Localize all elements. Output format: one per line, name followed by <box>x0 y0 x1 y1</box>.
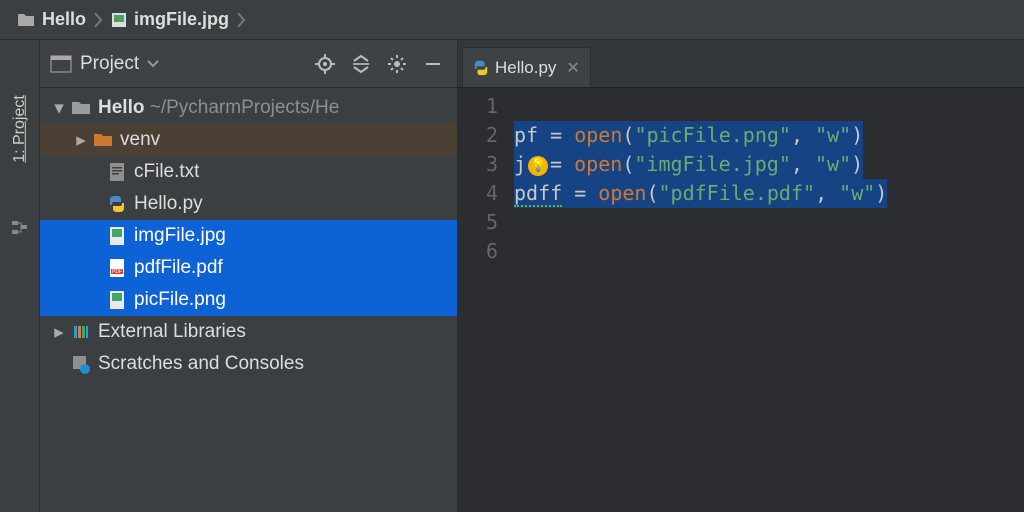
scratches-icon <box>70 353 92 375</box>
tree-scratches[interactable]: Scratches and Consoles <box>40 348 457 380</box>
gutter: 1 2 3 4 5 6 <box>458 92 514 512</box>
chevron-down-icon[interactable]: ▾ <box>48 97 70 120</box>
line-number: 6 <box>458 237 498 266</box>
line-number: 5 <box>458 208 498 237</box>
tool-strip: 1: Project <box>0 40 40 512</box>
breadcrumb-root[interactable]: Hello <box>10 7 92 32</box>
folder-icon <box>92 129 114 151</box>
tree-project-name: Hello <box>98 97 144 118</box>
tree-item-label: picFile.png <box>134 289 226 311</box>
intention-bulb-icon[interactable] <box>528 156 548 176</box>
line-number: 3 <box>458 150 498 179</box>
code-line[interactable]: j= open("imgFile.jpg", "w") <box>514 150 863 179</box>
project-tree[interactable]: ▾ Hello ~/PycharmProjects/He ▸ venv cFil… <box>40 88 457 384</box>
chevron-right-icon[interactable]: ▸ <box>48 321 70 344</box>
tool-tab-project[interactable]: 1: Project <box>11 95 29 163</box>
tree-file-hello[interactable]: Hello.py <box>40 188 457 220</box>
tree-folder-venv[interactable]: ▸ venv <box>40 124 457 156</box>
breadcrumb: Hello imgFile.jpg <box>0 0 1024 40</box>
code-line[interactable]: pdff = open("pdfFile.pdf", "w") <box>514 179 887 208</box>
tree-item-label: Hello.py <box>134 193 203 215</box>
tree-item-label: cFile.txt <box>134 161 199 183</box>
tree-item-label: venv <box>120 129 160 151</box>
chevron-right-icon[interactable]: ▸ <box>70 129 92 152</box>
project-panel: Project ▾ Hello <box>40 40 458 512</box>
libraries-icon <box>70 321 92 343</box>
line-number: 2 <box>458 121 498 150</box>
code-body[interactable]: pf = open("picFile.png", "w") j= open("i… <box>514 92 1024 512</box>
folder-icon <box>70 97 92 119</box>
breadcrumb-file[interactable]: imgFile.jpg <box>104 7 235 32</box>
editor-tab-label: Hello.py <box>495 58 556 78</box>
svg-text:PDF: PDF <box>112 269 122 275</box>
image-file-icon <box>110 11 128 29</box>
pdf-file-icon: PDF <box>106 257 128 279</box>
chevron-right-icon <box>92 10 104 30</box>
folder-icon <box>16 12 36 28</box>
breadcrumb-file-label: imgFile.jpg <box>134 9 229 30</box>
tree-file-pic[interactable]: picFile.png <box>40 284 457 316</box>
python-file-icon <box>106 193 128 215</box>
tree-file-img[interactable]: imgFile.jpg <box>40 220 457 252</box>
tree-project-root[interactable]: ▾ Hello ~/PycharmProjects/He <box>40 92 457 124</box>
locate-icon[interactable] <box>311 50 339 78</box>
tree-file-pdf[interactable]: PDF pdfFile.pdf <box>40 252 457 284</box>
tree-external-libraries[interactable]: ▸ External Libraries <box>40 316 457 348</box>
code-line[interactable]: pf = open("picFile.png", "w") <box>514 121 863 150</box>
tree-item-label: Scratches and Consoles <box>98 353 304 375</box>
line-number: 4 <box>458 179 498 208</box>
image-file-icon <box>106 225 128 247</box>
code-area[interactable]: 1 2 3 4 5 6 pf = open("picFile.png", "w"… <box>458 88 1024 512</box>
chevron-right-icon <box>235 10 247 30</box>
tree-project-path: ~/PycharmProjects/He <box>150 97 340 118</box>
project-panel-title: Project <box>80 53 139 75</box>
tree-item-label: imgFile.jpg <box>134 225 226 247</box>
editor-tabs: Hello.py ✕ <box>458 40 1024 88</box>
project-panel-header: Project <box>40 40 457 88</box>
gear-icon[interactable] <box>383 50 411 78</box>
tree-item-label: pdfFile.pdf <box>134 257 223 279</box>
project-view-icon[interactable] <box>50 55 72 73</box>
collapse-all-icon[interactable] <box>347 50 375 78</box>
dropdown-icon[interactable] <box>147 59 159 69</box>
text-file-icon <box>106 161 128 183</box>
image-file-icon <box>106 289 128 311</box>
editor: Hello.py ✕ 1 2 3 4 5 6 pf = open("picFil… <box>458 40 1024 512</box>
editor-tab-hello[interactable]: Hello.py ✕ <box>462 47 591 87</box>
python-file-icon <box>473 60 489 76</box>
tree-item-label: External Libraries <box>98 321 246 343</box>
file-tree-icon[interactable] <box>10 218 30 238</box>
line-number: 1 <box>458 92 498 121</box>
tree-file-cfile[interactable]: cFile.txt <box>40 156 457 188</box>
breadcrumb-root-label: Hello <box>42 9 86 30</box>
close-icon[interactable]: ✕ <box>562 58 579 78</box>
minimize-icon[interactable] <box>419 50 447 78</box>
